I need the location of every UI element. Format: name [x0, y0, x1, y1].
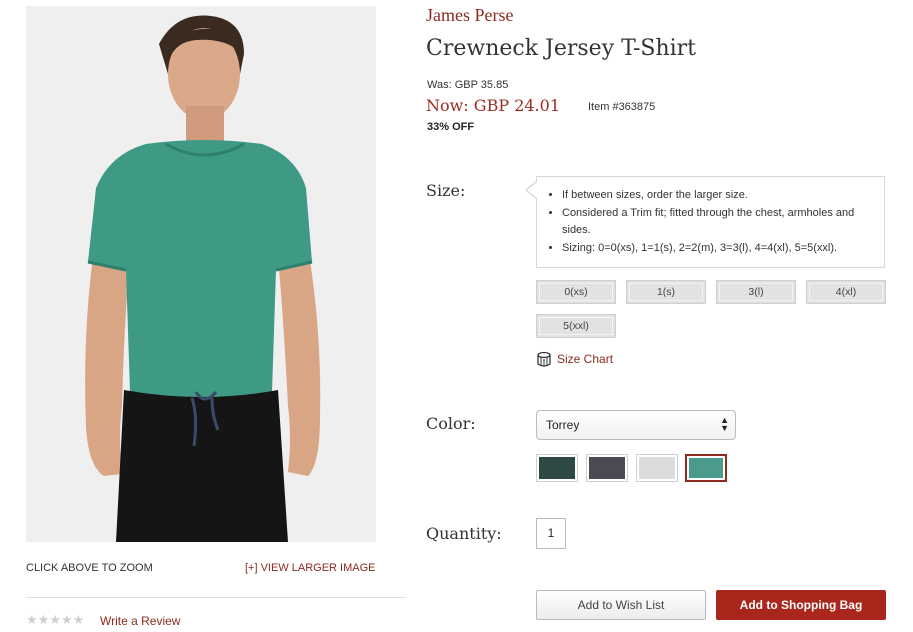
size-option-5xxl[interactable]: 5(xxl)	[536, 314, 616, 338]
size-chart-link[interactable]: Size Chart	[557, 352, 613, 366]
add-to-shopping-bag-button[interactable]: Add to Shopping Bag	[716, 590, 886, 620]
discount-label: 33% OFF	[427, 121, 475, 133]
product-title: Crewneck Jersey T-Shirt	[426, 36, 697, 61]
brand-name[interactable]: James Perse	[426, 5, 513, 26]
color-swatch-charcoal[interactable]	[586, 454, 628, 482]
size-option-1s[interactable]: 1(s)	[626, 280, 706, 304]
divider	[26, 597, 406, 598]
color-swatch-torrey[interactable]	[685, 454, 727, 482]
model-photo	[26, 6, 376, 542]
color-swatch-dark-green[interactable]	[536, 454, 578, 482]
select-arrows-icon: ▲ ▼	[720, 415, 729, 433]
write-review-link[interactable]: Write a Review	[100, 614, 180, 628]
size-option-0xs[interactable]: 0(xs)	[536, 280, 616, 304]
quantity-input[interactable]: 1	[536, 518, 566, 549]
color-label: Color:	[426, 414, 476, 433]
color-select-value: Torrey	[546, 418, 580, 432]
add-to-wish-list-button[interactable]: Add to Wish List	[536, 590, 706, 620]
size-option-3l[interactable]: 3(l)	[716, 280, 796, 304]
size-label: Size:	[426, 181, 466, 200]
was-price: Was: GBP 35.85	[427, 79, 509, 91]
size-note: Sizing: 0=0(xs), 1=1(s), 2=2(m), 3=3(l),…	[562, 240, 874, 258]
item-number: Item #363875	[588, 101, 656, 113]
now-price: Now: GBP 24.01	[426, 96, 560, 115]
product-image[interactable]	[26, 6, 376, 542]
rating-stars: ★★★★★	[26, 612, 85, 627]
size-note: Considered a Trim fit; fitted through th…	[562, 205, 874, 240]
tooltip-arrow-inner	[527, 182, 537, 198]
view-larger-image-link[interactable]: [+] VIEW LARGER IMAGE	[245, 562, 376, 574]
size-notes-tooltip: If between sizes, order the larger size.…	[536, 176, 885, 268]
tape-measure-icon[interactable]	[536, 351, 552, 368]
size-note: If between sizes, order the larger size.	[562, 187, 874, 205]
zoom-hint: CLICK ABOVE TO ZOOM	[26, 562, 153, 574]
color-swatch-light-grey[interactable]	[636, 454, 678, 482]
quantity-label: Quantity:	[426, 524, 502, 543]
size-option-4xl[interactable]: 4(xl)	[806, 280, 886, 304]
color-select[interactable]: Torrey ▲ ▼	[536, 410, 736, 440]
